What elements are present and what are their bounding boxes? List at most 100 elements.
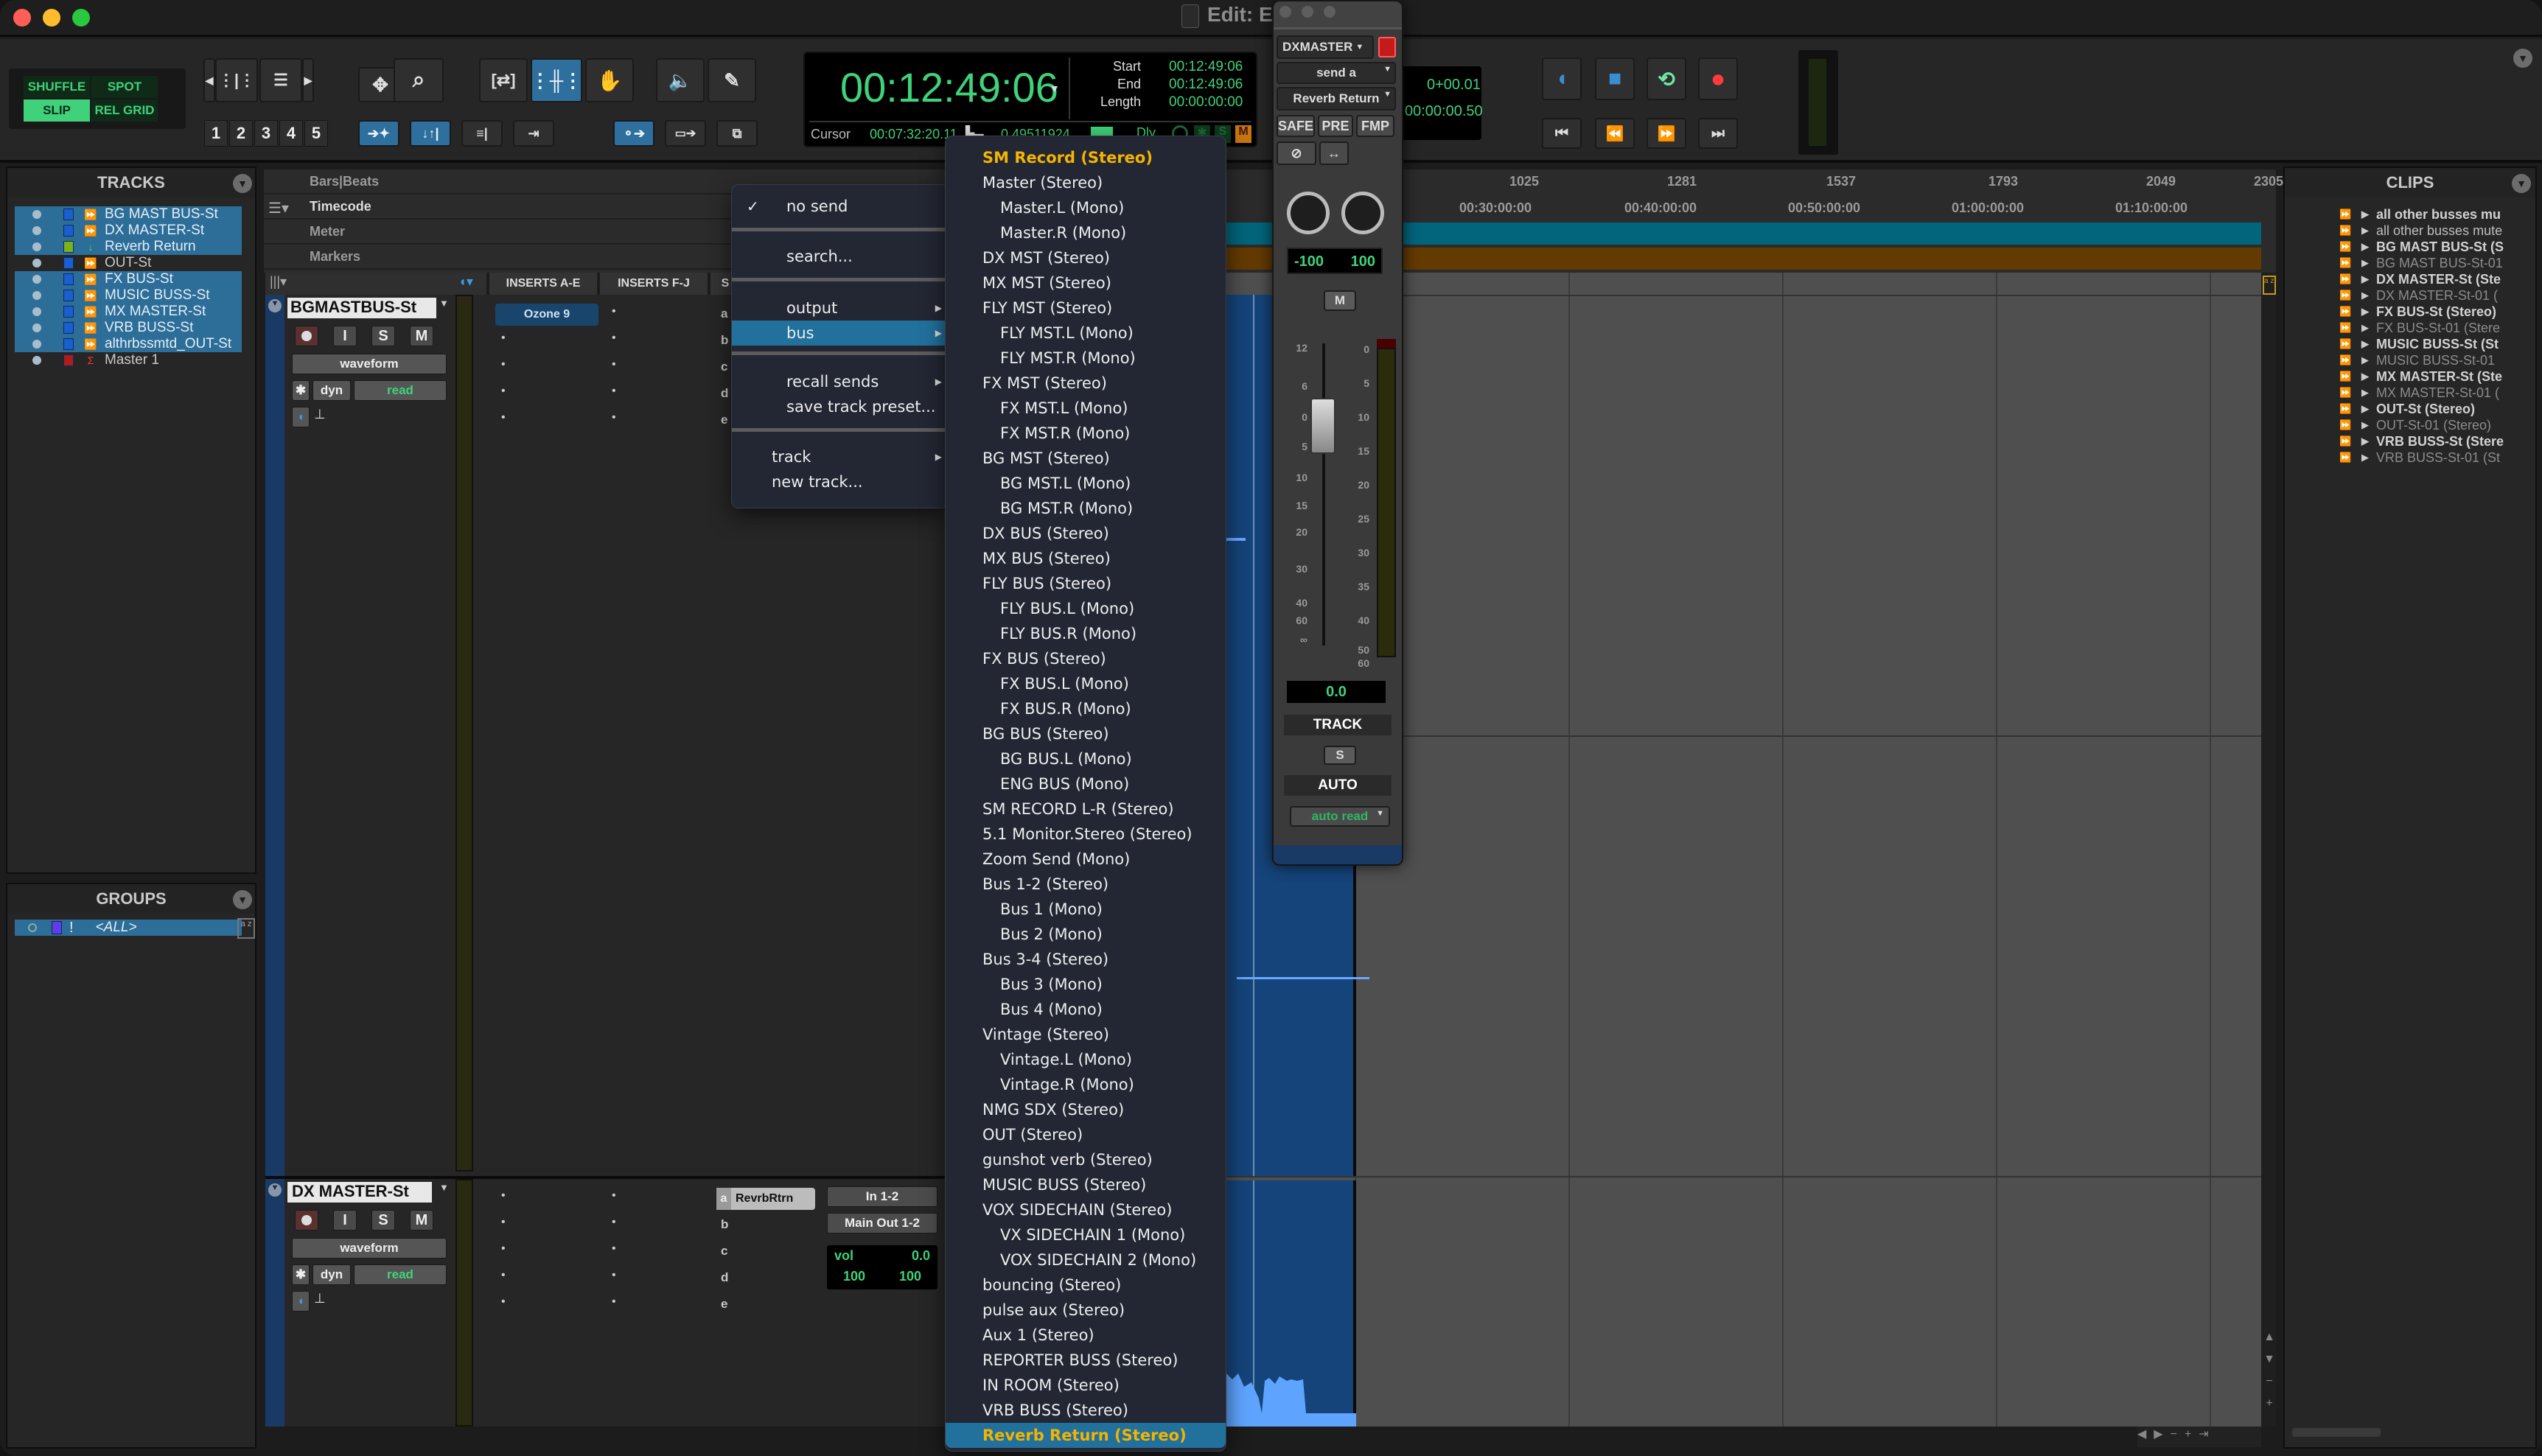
spot-mode-button[interactable]: SPOT xyxy=(91,76,158,98)
tracks-panel-menu-icon[interactable]: ▼ xyxy=(233,174,252,193)
send-mute-button[interactable]: M xyxy=(1324,290,1356,311)
clip-list-item[interactable]: ⏩ ▶ BG MAST BUS-St-01 xyxy=(2339,255,2503,271)
link-timeline-icon[interactable]: ≡| xyxy=(461,120,503,147)
track-view-selector[interactable]: waveform xyxy=(292,354,447,374)
bus-menu-item[interactable]: MX BUS (Stereo) xyxy=(946,546,1226,571)
clip-list-item[interactable]: ⏩ ▶ all other busses mu xyxy=(2339,206,2501,223)
insertion-follows-playback-icon[interactable]: ⇥ xyxy=(513,120,554,147)
insert-slot-d[interactable] xyxy=(495,383,598,405)
bus-menu-item[interactable]: Bus 1 (Mono) xyxy=(946,897,1226,922)
safe-button[interactable]: SAFE xyxy=(1277,115,1315,137)
track-name-dropdown-icon[interactable]: ▼ xyxy=(439,298,449,309)
send-window-titlebar[interactable] xyxy=(1274,1,1402,29)
groups-panel-menu-icon[interactable]: ▼ xyxy=(233,890,252,909)
clip-list-item[interactable]: ⏩ ▶ DX MASTER-St-01 ( xyxy=(2339,287,2498,304)
asterisk-icon[interactable]: ✱ xyxy=(292,1264,310,1285)
insert-slot-h[interactable] xyxy=(606,1241,709,1263)
send-menu-item-recall-sends[interactable]: recall sends ▶ xyxy=(732,369,948,394)
clip-list-item[interactable]: ⏩ ▶ OUT-St (Stereo) xyxy=(2339,401,2475,417)
fast-forward-icon[interactable]: ⏩ xyxy=(1647,118,1686,149)
send-menu-item-output[interactable]: output ▶ xyxy=(732,295,948,321)
disclosure-triangle-icon[interactable]: ▶ xyxy=(2361,306,2376,318)
grid-value[interactable]: 00:00:00.50 xyxy=(1405,103,1483,120)
record-enable-button[interactable] xyxy=(295,326,318,346)
bus-menu-item[interactable]: bouncing (Stereo) xyxy=(946,1273,1226,1298)
insert-slot-g[interactable] xyxy=(606,330,709,352)
selection-start[interactable]: 00:12:49:06 xyxy=(1169,59,1243,75)
track-name-dropdown-icon[interactable]: ▼ xyxy=(439,1182,449,1193)
bus-menu-item[interactable]: Reverb Return (Stereo) xyxy=(946,1423,1226,1448)
zoom-preset-2[interactable]: 2 xyxy=(229,120,253,147)
track-show-hide-icon[interactable] xyxy=(32,275,41,284)
zoom-window-button[interactable] xyxy=(1324,6,1335,18)
bus-menu-item[interactable]: MUSIC BUSS (Stereo) xyxy=(946,1172,1226,1197)
record-enable-button[interactable] xyxy=(295,1210,318,1231)
bus-menu-item[interactable]: NMG SDX (Stereo) xyxy=(946,1097,1226,1122)
disclosure-triangle-icon[interactable]: ▶ xyxy=(2361,403,2376,415)
disclosure-triangle-icon[interactable]: ▶ xyxy=(2361,419,2376,431)
clips-panel-menu-icon[interactable]: ▼ xyxy=(2512,174,2531,193)
tracks-list-item[interactable]: ⏩ BG MAST BUS-St xyxy=(15,206,242,223)
zoom-preset-5[interactable]: 5 xyxy=(304,120,328,147)
solo-button[interactable]: S xyxy=(371,1210,395,1231)
insert-slot-h[interactable] xyxy=(606,357,709,379)
trim-tool-icon[interactable]: [⇄] xyxy=(479,58,528,102)
toolbar-menu-dropdown-icon[interactable]: ▼ xyxy=(2513,49,2532,68)
automation-mode-selector[interactable]: read xyxy=(354,1264,447,1285)
tracks-list-item[interactable]: ⏩ althrbssmtd_OUT-St xyxy=(15,336,242,352)
timebase-icon[interactable]: ◖ xyxy=(292,1291,310,1312)
send-slot-c[interactable]: c xyxy=(721,1244,727,1259)
pan-link-icon[interactable]: ↔ xyxy=(1319,141,1349,165)
close-window-button[interactable] xyxy=(1279,6,1291,18)
clip-list-item[interactable]: ⏩ ▶ OUT-St-01 (Stereo) xyxy=(2339,417,2491,433)
send-menu-item-new-track[interactable]: new track... xyxy=(732,469,948,494)
automation-mode-selector[interactable]: auto read ▼ xyxy=(1290,806,1390,827)
bus-menu-item[interactable]: FX MST (Stereo) xyxy=(946,371,1226,396)
pan-right-knob[interactable] xyxy=(1341,192,1384,234)
bus-menu-item[interactable]: SM RECORD L-R (Stereo) xyxy=(946,797,1226,822)
pan-right-value[interactable]: 100 xyxy=(899,1269,921,1284)
automation-follows-edit-icon[interactable]: ⚬➔ xyxy=(613,120,654,147)
bus-menu-item[interactable]: VOX SIDECHAIN (Stereo) xyxy=(946,1197,1226,1222)
rewind-icon[interactable]: ⏪ xyxy=(1595,118,1635,149)
edit-view-selector-icon[interactable]: |||▾ xyxy=(270,274,287,290)
send-slot-a[interactable]: a RevrbRtrn xyxy=(716,1188,815,1210)
disclosure-triangle-icon[interactable]: ▶ xyxy=(2361,257,2376,269)
bus-menu-item[interactable]: FX MST.L (Mono) xyxy=(946,396,1226,421)
track-show-hide-icon[interactable] xyxy=(32,259,41,267)
insert-slot-e[interactable] xyxy=(495,1294,598,1316)
input-selector[interactable]: In 1-2 xyxy=(827,1186,937,1207)
tracks-list-item[interactable]: ⏩ MX MASTER-St xyxy=(15,304,242,320)
send-menu-item-bus[interactable]: bus ▶ xyxy=(732,321,948,346)
selection-length[interactable]: 00:00:00:00 xyxy=(1169,94,1243,111)
bus-menu-item[interactable]: Vintage.R (Mono) xyxy=(946,1072,1226,1097)
playlist-icon[interactable]: ⊥ xyxy=(314,407,326,422)
disclosure-triangle-icon[interactable]: ▶ xyxy=(2361,225,2376,237)
pencil-tool-icon[interactable]: ✎ xyxy=(708,58,756,102)
send-selector[interactable]: send a ▼ xyxy=(1277,62,1396,84)
bus-menu-item[interactable]: IN ROOM (Stereo) xyxy=(946,1373,1226,1398)
main-counter-value[interactable]: 00:12:49:06 xyxy=(840,63,1058,111)
clips-scrollbar[interactable] xyxy=(2292,1428,2381,1437)
tracks-list-item[interactable]: ⏩ DX MASTER-St xyxy=(15,223,242,239)
audio-zoom-icon[interactable]: ⋮|⋮ xyxy=(215,58,258,102)
target-icon[interactable] xyxy=(1378,37,1396,57)
mirrored-midi-icon[interactable]: ↓↑| xyxy=(410,120,451,147)
track-show-hide-icon[interactable] xyxy=(32,307,41,316)
mute-button[interactable]: M xyxy=(410,1210,433,1231)
tracks-list-item[interactable]: ⏩ MUSIC BUSS-St xyxy=(15,287,242,304)
bus-menu-item[interactable]: Zoom Send (Mono) xyxy=(946,847,1226,872)
rel-grid-mode-button[interactable]: REL GRID xyxy=(91,99,158,122)
bus-menu-item[interactable]: FLY BUS.R (Mono) xyxy=(946,621,1226,646)
bus-menu-item[interactable]: Master.R (Mono) xyxy=(946,220,1226,245)
zoom-preset-1[interactable]: 1 xyxy=(204,120,228,147)
minimize-window-button[interactable] xyxy=(1302,6,1313,18)
dyn-button[interactable]: dyn xyxy=(312,1264,351,1285)
bus-menu-item[interactable]: FLY MST (Stereo) xyxy=(946,295,1226,321)
bus-menu-item[interactable]: Aux 1 (Stereo) xyxy=(946,1323,1226,1348)
clip-list-item[interactable]: ⏩ ▶ MUSIC BUSS-St (St xyxy=(2339,336,2499,352)
send-fader-handle[interactable] xyxy=(1310,398,1335,454)
track-show-hide-icon[interactable] xyxy=(32,291,41,300)
send-slot-c[interactable]: c xyxy=(721,360,727,374)
bus-menu-item[interactable]: Vintage.L (Mono) xyxy=(946,1047,1226,1072)
